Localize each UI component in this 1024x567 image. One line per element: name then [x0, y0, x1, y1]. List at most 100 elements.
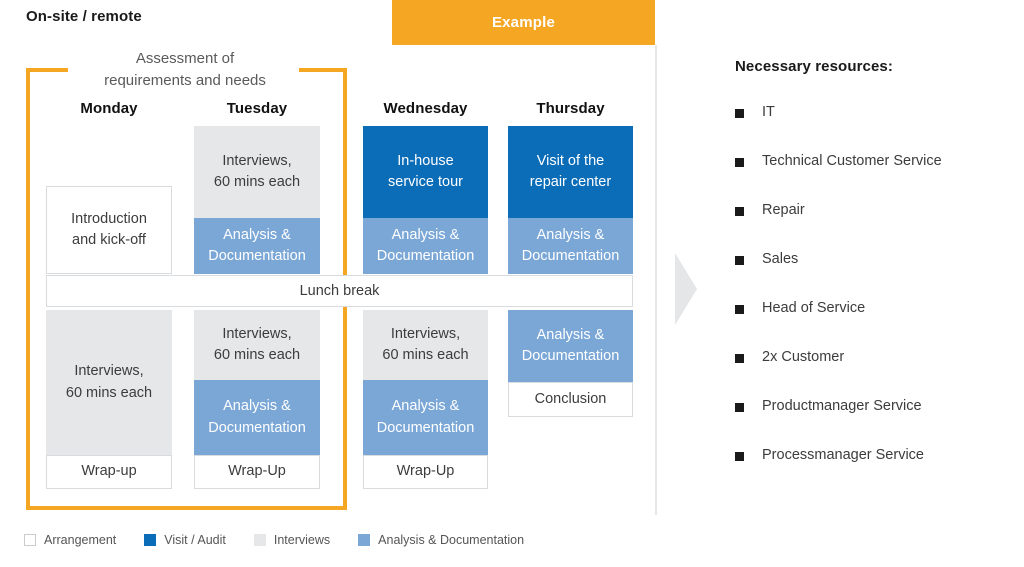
- resource-label: 2x Customer: [762, 349, 845, 365]
- assessment-label-line2: requirements and needs: [104, 71, 266, 89]
- block-label: Wrap-Up: [228, 463, 286, 480]
- block-wednesday-morning-analysis[interactable]: Analysis & Documentation: [363, 218, 488, 274]
- block-thursday-afternoon-analysis[interactable]: Analysis & Documentation: [508, 310, 633, 382]
- block-monday-wrapup[interactable]: Wrap-up: [46, 455, 172, 489]
- example-banner-label: Example: [491, 14, 556, 31]
- block-label: Conclusion: [534, 390, 607, 407]
- list-item: Productmanager Service: [735, 398, 1020, 448]
- block-label-line1: Visit of the: [536, 152, 605, 169]
- block-label-line2: 60 mins each: [213, 174, 301, 190]
- legend-swatch-visit-audit: [144, 534, 157, 546]
- block-monday-afternoon-interviews[interactable]: Interviews, 60 mins each: [46, 310, 172, 455]
- legend-label: Interviews: [273, 533, 331, 547]
- bullet-square-icon: [735, 403, 744, 412]
- block-label: Wrap-up: [81, 463, 137, 480]
- block-tuesday-afternoon-analysis[interactable]: Analysis & Documentation: [194, 380, 320, 455]
- bullet-square-icon: [735, 354, 744, 363]
- list-item: Head of Service: [735, 300, 1020, 350]
- block-label-line2: Documentation: [376, 248, 475, 264]
- block-wednesday-afternoon-analysis[interactable]: Analysis & Documentation: [363, 380, 488, 455]
- day-header-wednesday: Wednesday: [383, 100, 468, 117]
- block-monday-introduction[interactable]: Introduction and kick-off: [46, 186, 172, 274]
- block-tuesday-afternoon-interviews[interactable]: Interviews, 60 mins each: [194, 310, 320, 380]
- legend-label: Visit / Audit: [164, 533, 226, 547]
- block-wednesday-afternoon-interviews[interactable]: Interviews, 60 mins each: [363, 310, 488, 380]
- block-label-line2: Documentation: [376, 419, 475, 436]
- block-label-line1: Interviews,: [390, 325, 461, 342]
- resource-label: Repair: [762, 202, 805, 218]
- legend-swatch-arrangement: [24, 534, 36, 546]
- block-label-line1: Introduction: [71, 210, 147, 227]
- list-item: Repair: [735, 202, 1020, 252]
- example-banner: Example: [392, 0, 655, 45]
- vertical-divider: [655, 45, 657, 515]
- day-header-thursday: Thursday: [536, 100, 605, 117]
- legend-item-visit-audit: Visit / Audit: [144, 533, 226, 547]
- legend-swatch-analysis-documentation: [358, 534, 371, 546]
- block-label-line1: Interviews,: [74, 363, 144, 380]
- block-label-line1: Analysis &: [223, 226, 291, 243]
- block-lunch-break[interactable]: Lunch break: [46, 275, 633, 307]
- block-label-line1: In-house: [397, 152, 454, 169]
- list-item: IT: [735, 104, 1020, 154]
- bullet-square-icon: [735, 109, 744, 118]
- legend-label: Arrangement: [44, 533, 117, 547]
- block-label-line1: Analysis &: [536, 326, 605, 343]
- legend-swatch-interviews: [253, 534, 266, 546]
- block-tuesday-wrapup[interactable]: Wrap-Up: [194, 455, 320, 489]
- list-item: Sales: [735, 251, 1020, 301]
- block-label-line2: Documentation: [521, 248, 620, 264]
- block-label-line2: and kick-off: [72, 232, 146, 248]
- block-label-line2: Documentation: [208, 248, 306, 264]
- block-label: Wrap-Up: [396, 463, 455, 480]
- list-item: Processmanager Service: [735, 447, 1020, 497]
- block-label-line2: Documentation: [208, 419, 306, 436]
- block-label-line2: 60 mins each: [382, 347, 469, 363]
- right-arrow-icon: [675, 253, 697, 325]
- bullet-square-icon: [735, 305, 744, 314]
- block-wednesday-wrapup[interactable]: Wrap-Up: [363, 455, 488, 489]
- resource-label: Technical Customer Service: [762, 153, 942, 169]
- block-tuesday-morning-interviews[interactable]: Interviews, 60 mins each: [194, 126, 320, 218]
- block-label-line2: Documentation: [521, 348, 620, 364]
- day-header-tuesday: Tuesday: [226, 100, 288, 117]
- bracket-top-left-segment: [26, 68, 68, 72]
- block-thursday-morning-analysis[interactable]: Analysis & Documentation: [508, 218, 633, 274]
- day-header-monday: Monday: [80, 100, 138, 117]
- assessment-label-line1: Assessment of: [135, 50, 235, 67]
- resource-label: Sales: [762, 251, 799, 267]
- block-label-line1: Interviews,: [222, 152, 292, 169]
- block-wednesday-inhouse-service-tour[interactable]: In-house service tour: [363, 126, 488, 218]
- block-label-line1: Analysis &: [536, 226, 605, 243]
- legend-item-interviews: Interviews: [253, 533, 331, 547]
- bullet-square-icon: [735, 452, 744, 461]
- block-thursday-visit-repair-center[interactable]: Visit of the repair center: [508, 126, 633, 218]
- block-label-line1: Analysis &: [391, 226, 460, 243]
- list-item: Technical Customer Service: [735, 153, 1020, 203]
- block-tuesday-morning-analysis[interactable]: Analysis & Documentation: [194, 218, 320, 274]
- resource-label: Head of Service: [762, 300, 866, 316]
- bracket-bottom-edge: [26, 506, 347, 510]
- assessment-label: Assessment of requirements and needs: [60, 48, 310, 92]
- legend-label: Analysis & Documentation: [378, 533, 525, 547]
- list-item: 2x Customer: [735, 349, 1020, 399]
- resource-label: Processmanager Service: [762, 447, 924, 463]
- block-label-line1: Analysis &: [223, 398, 291, 415]
- bullet-square-icon: [735, 256, 744, 265]
- necessary-resources-title: Necessary resources:: [735, 58, 893, 75]
- onsite-remote-title: On-site / remote: [26, 8, 142, 25]
- legend-item-analysis-documentation: Analysis & Documentation: [358, 533, 524, 547]
- block-label-line1: Analysis &: [391, 398, 460, 415]
- block-label-line2: repair center: [529, 174, 612, 190]
- legend-item-arrangement: Arrangement: [24, 533, 116, 547]
- legend: Arrangement Visit / Audit Interviews Ana…: [24, 533, 552, 547]
- lunch-break-label: Lunch break: [299, 283, 380, 299]
- resource-label: IT: [762, 104, 775, 120]
- bullet-square-icon: [735, 207, 744, 216]
- bracket-top-right-segment: [299, 68, 347, 72]
- block-thursday-conclusion[interactable]: Conclusion: [508, 382, 633, 417]
- block-label-line2: 60 mins each: [213, 347, 301, 363]
- block-label-line2: 60 mins each: [65, 384, 153, 401]
- block-label-line1: Interviews,: [222, 325, 292, 342]
- necessary-resources-list: IT Technical Customer Service Repair Sal…: [735, 104, 1020, 497]
